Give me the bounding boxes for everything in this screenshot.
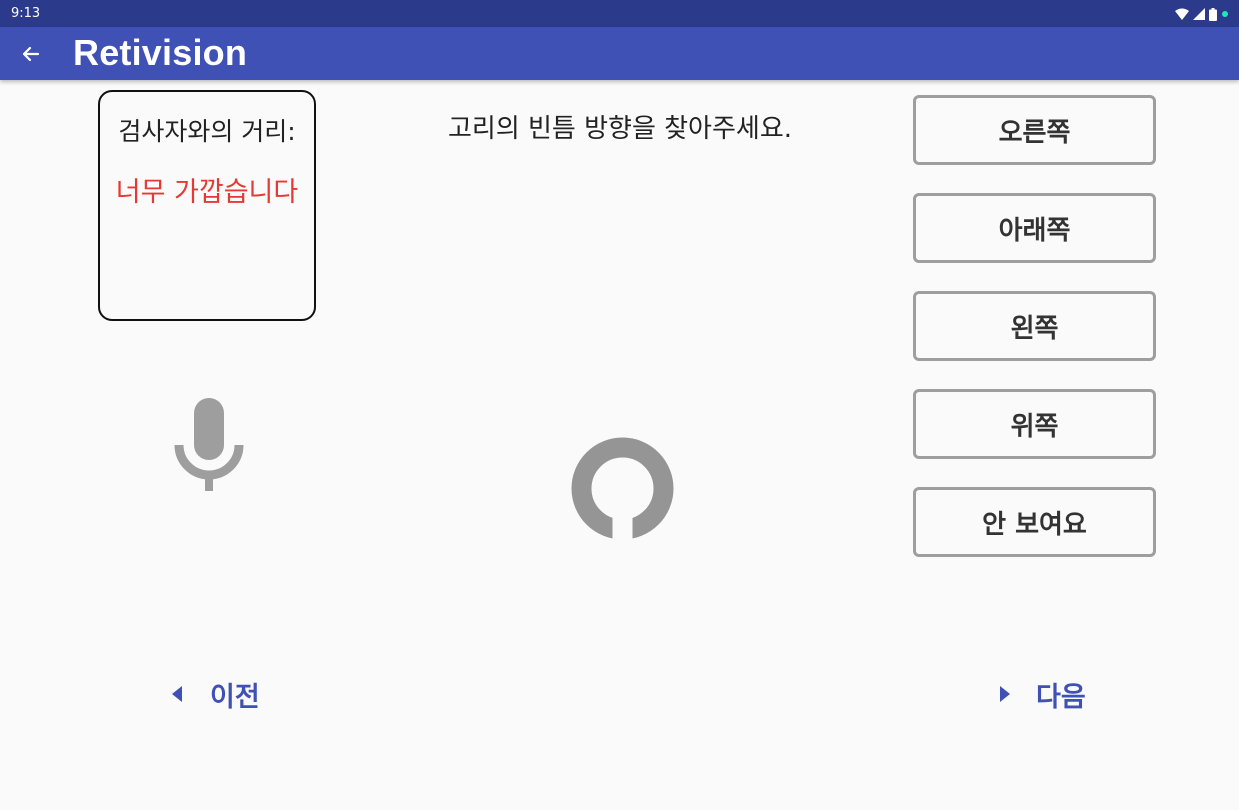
status-bar: 9:13 (0, 0, 1239, 27)
previous-label: 이전 (210, 681, 260, 713)
distance-value: 너무 가깝습니다 (115, 177, 299, 208)
microphone-button[interactable] (174, 398, 244, 492)
next-button[interactable]: 다음 (998, 674, 1086, 714)
landolt-c-ring-gap-down-icon (571, 437, 674, 542)
answer-up-button[interactable]: 위쪽 (913, 389, 1156, 459)
caret-left-icon (172, 686, 182, 702)
previous-button[interactable]: 이전 (170, 674, 260, 714)
arrow-left-icon (22, 46, 40, 62)
app-bar: Retivision (0, 27, 1239, 80)
next-label: 다음 (1036, 681, 1086, 713)
notification-dot-icon (1222, 11, 1228, 17)
signal-icon (1193, 8, 1205, 20)
answer-down-button[interactable]: 아래쪽 (913, 193, 1156, 263)
distance-card: 검사자와의 거리: 너무 가깝습니다 (98, 90, 316, 321)
test-instruction: 고리의 빈틈 방향을 찾아주세요. (447, 114, 793, 144)
answer-left-button[interactable]: 왼쪽 (913, 291, 1156, 361)
microphone-icon (174, 398, 244, 491)
caret-right-icon (1000, 686, 1010, 702)
status-time: 9:13 (11, 6, 41, 21)
wifi-icon (1175, 8, 1189, 20)
battery-icon (1209, 7, 1217, 21)
answer-right-button[interactable]: 오른쪽 (913, 95, 1156, 165)
back-button[interactable] (16, 41, 46, 67)
answer-cannot-see-button[interactable]: 안 보여요 (913, 487, 1156, 557)
landolt-c-optotype (571, 437, 674, 542)
status-icons (1175, 7, 1229, 21)
distance-label: 검사자와의 거리: (118, 117, 296, 146)
app-title: Retivision (73, 32, 248, 73)
